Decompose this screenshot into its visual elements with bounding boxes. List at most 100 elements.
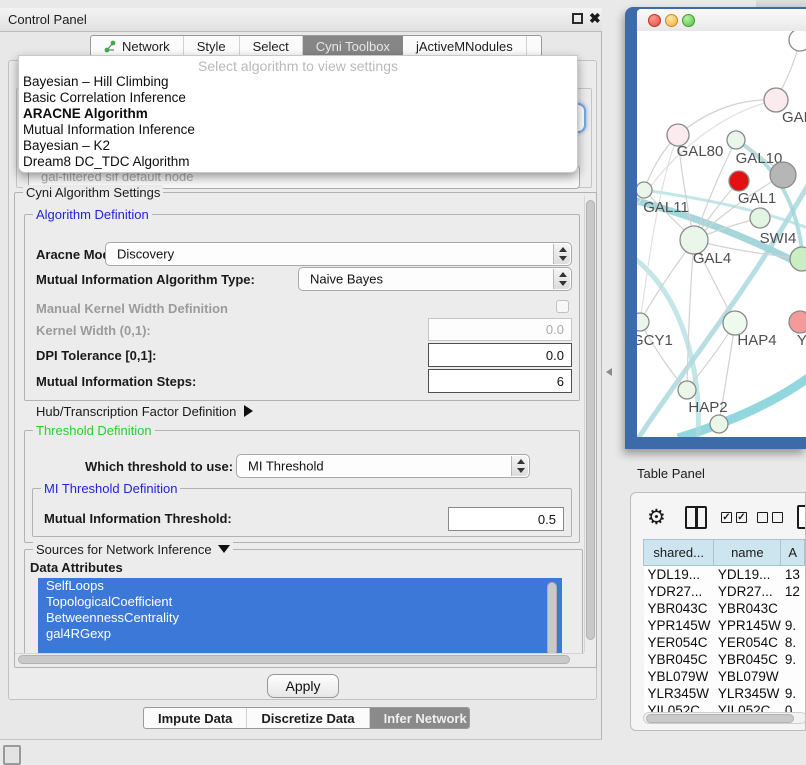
which-threshold-combobox[interactable]: MI Threshold <box>236 454 530 478</box>
table-cell[interactable]: YBR045C <box>644 651 714 668</box>
table-cell[interactable]: 9. <box>781 651 805 668</box>
network-node[interactable] <box>727 131 745 149</box>
table-cell[interactable]: YBL079W <box>644 668 714 685</box>
table-row[interactable]: YLR345WYLR345W9. <box>644 685 805 702</box>
tab-discretize-data[interactable]: Discretize Data <box>247 708 369 728</box>
stepper-icon[interactable] <box>553 269 570 289</box>
table-cell[interactable]: YBR043C <box>714 600 781 617</box>
table-cell[interactable]: 8. <box>781 634 805 651</box>
minimize-window-icon[interactable] <box>665 14 678 27</box>
dpi-tolerance-input[interactable]: 0.0 <box>428 343 572 367</box>
network-node[interactable] <box>637 182 652 198</box>
table-cell[interactable]: YER054C <box>714 634 781 651</box>
dropdown-item[interactable]: Bayesian – K2 <box>19 138 577 154</box>
stepper-icon[interactable] <box>553 244 570 264</box>
network-node[interactable] <box>710 415 728 433</box>
hub-definition-toggle[interactable]: Hub/Transcription Factor Definition <box>36 404 253 419</box>
dropdown-item[interactable]: Bayesian – Hill Climbing <box>19 74 577 90</box>
attributes-list-scrollbar[interactable] <box>547 582 557 656</box>
table-horizontal-scrollbar[interactable] <box>643 712 806 724</box>
tab-cyni-toolbox[interactable]: Cyni Toolbox <box>303 36 403 57</box>
kernel-width-input[interactable]: 0.0 <box>428 318 572 341</box>
columns-icon[interactable] <box>685 506 707 529</box>
table-row[interactable]: YBR043CYBR043C <box>644 600 805 617</box>
tab-select[interactable]: Select <box>240 36 303 57</box>
network-node[interactable] <box>637 313 649 331</box>
table-cell[interactable]: YDR27... <box>714 583 781 600</box>
table-row[interactable]: YBR045CYBR045C9. <box>644 651 805 668</box>
aracne-mode-combobox[interactable]: Discovery <box>105 242 572 266</box>
table-cell[interactable]: 9. <box>781 617 805 634</box>
unchecked-checkbox-icon[interactable] <box>757 512 768 523</box>
table-column-header[interactable]: name <box>714 540 781 566</box>
table-cell[interactable]: YBL079W <box>714 668 781 685</box>
float-window-button[interactable] <box>572 13 583 24</box>
table-cell[interactable]: YPR145W <box>714 617 781 634</box>
checked-checkbox-icon[interactable]: ✓ <box>721 512 732 523</box>
close-panel-button[interactable]: ✖ <box>589 10 601 27</box>
table-cell[interactable] <box>781 668 805 685</box>
zoom-window-icon[interactable] <box>682 14 695 27</box>
table-cell[interactable]: 9. <box>781 685 805 702</box>
settings-horizontal-scrollbar[interactable] <box>15 653 584 665</box>
network-node[interactable] <box>790 247 806 271</box>
table-cell[interactable]: YLR345W <box>644 685 714 702</box>
network-node[interactable] <box>750 208 770 228</box>
table-column-header[interactable]: A <box>781 540 805 566</box>
table-cell[interactable]: YDL19... <box>714 566 781 583</box>
network-edge[interactable] <box>678 100 776 135</box>
table-hscroll-thumb[interactable] <box>646 714 794 723</box>
tab-infer-network[interactable]: Infer Network <box>370 708 470 728</box>
table-row[interactable]: YBL079WYBL079W <box>644 668 805 685</box>
attribute-item[interactable]: TopologicalCoefficient <box>38 594 562 610</box>
table-cell[interactable]: YBR043C <box>644 600 714 617</box>
network-edge[interactable] <box>640 240 694 322</box>
tab-network[interactable]: Network <box>91 36 184 57</box>
stepper-icon[interactable] <box>511 456 528 476</box>
table-cell[interactable]: YDL19... <box>644 566 714 583</box>
table-cell[interactable]: YLR345W <box>714 685 781 702</box>
dropdown-item[interactable]: Dream8 DC_TDC Algorithm <box>19 154 577 170</box>
table-cell[interactable]: YDR27... <box>644 583 714 600</box>
table-row[interactable]: YDR27...YDR27...12 <box>644 583 805 600</box>
table-row[interactable]: YPR145WYPR145W9. <box>644 617 805 634</box>
table-header-row[interactable]: shared...nameA <box>644 540 805 566</box>
mi-steps-input[interactable]: 6 <box>428 369 572 393</box>
manual-kernel-checkbox[interactable] <box>556 300 569 313</box>
network-canvas[interactable]: GALGAL80GAL10GAL1GAL11SWI4GAL4GCY1HAP4YH… <box>637 31 806 437</box>
network-node[interactable] <box>789 311 806 333</box>
network-node[interactable] <box>678 381 696 399</box>
settings-hscroll-thumb[interactable] <box>18 655 570 664</box>
gear-icon[interactable]: ⚙ <box>647 507 666 528</box>
document-icon[interactable] <box>797 505 806 529</box>
network-edge[interactable] <box>640 135 678 322</box>
settings-vscroll-thumb[interactable] <box>586 200 595 640</box>
node-table[interactable]: shared...nameA YDL19...YDL19...13YDR27..… <box>643 539 805 719</box>
mi-type-combobox[interactable]: Naive Bayes <box>298 267 572 291</box>
settings-vertical-scrollbar[interactable] <box>584 196 596 652</box>
mi-threshold-input[interactable]: 0.5 <box>448 507 564 531</box>
table-cell[interactable]: YBR045C <box>714 651 781 668</box>
table-cell[interactable] <box>781 600 805 617</box>
unchecked-checkbox-icon[interactable] <box>772 512 783 523</box>
attribute-item[interactable]: gal4RGexp <box>38 626 562 642</box>
table-cell[interactable]: 13 <box>781 566 805 583</box>
dropdown-item[interactable]: Mutual Information Inference <box>19 122 577 138</box>
dropdown-item-selected[interactable]: ARACNE Algorithm <box>19 106 577 122</box>
dropdown-item[interactable]: Basic Correlation Inference <box>19 90 577 106</box>
table-cell[interactable]: YER054C <box>644 634 714 651</box>
network-node[interactable] <box>789 31 806 51</box>
table-column-header[interactable]: shared... <box>644 540 714 566</box>
sources-group-title[interactable]: Sources for Network Inference <box>33 542 233 557</box>
close-window-icon[interactable] <box>648 14 661 27</box>
tab-jactivemnodules[interactable]: jActiveMNodules <box>403 36 527 57</box>
table-cell[interactable]: 12 <box>781 583 805 600</box>
checked-checkbox-icon[interactable]: ✓ <box>736 512 747 523</box>
tab-impute-data[interactable]: Impute Data <box>144 708 247 728</box>
table-row[interactable]: YER054CYER054C8. <box>644 634 805 651</box>
network-node[interactable] <box>729 171 749 191</box>
splitter-collapse-arrow[interactable] <box>606 368 612 376</box>
table-row[interactable]: YDL19...YDL19...13 <box>644 566 805 583</box>
attribute-item[interactable]: BetweennessCentrality <box>38 610 562 626</box>
floating-mini-window[interactable] <box>3 745 21 765</box>
